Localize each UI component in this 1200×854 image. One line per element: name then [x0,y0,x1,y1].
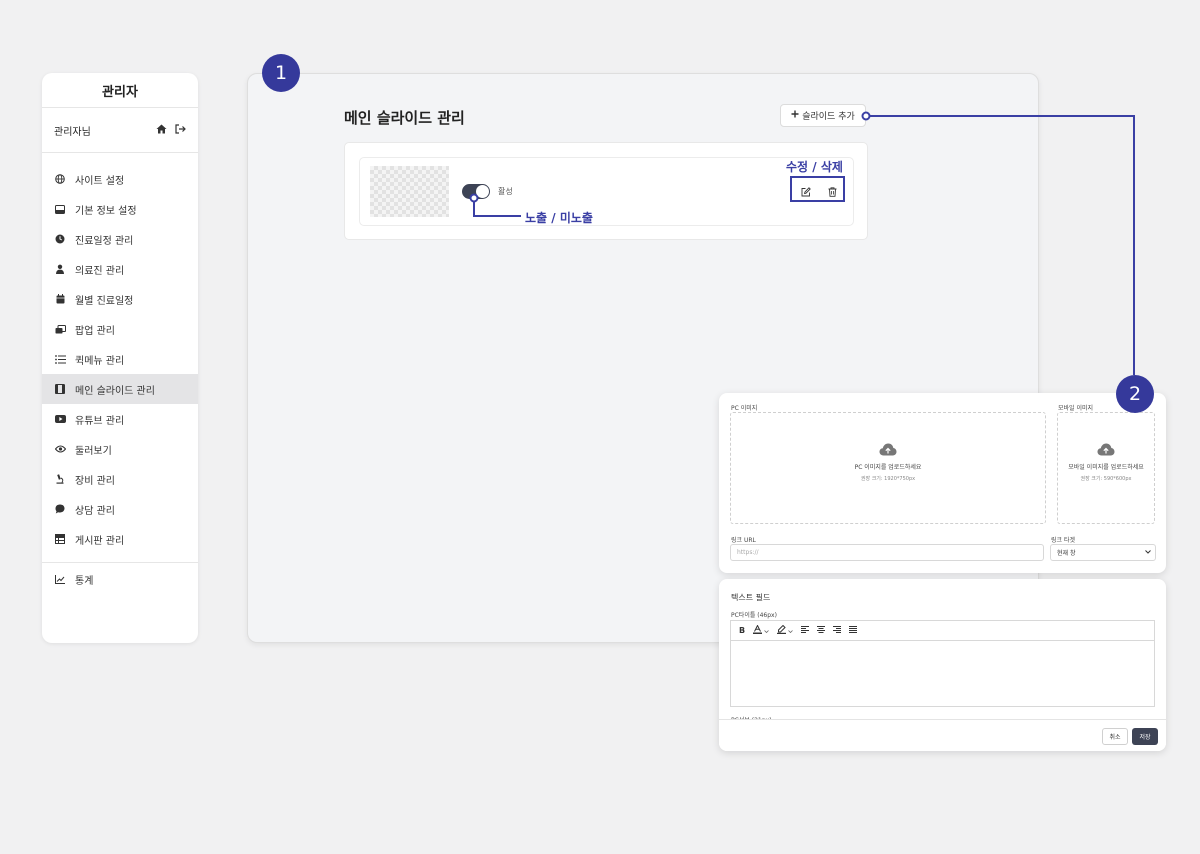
sidebar-item-schedule[interactable]: 진료일정 관리 [42,224,198,254]
microscope-icon [54,473,66,485]
film-icon [54,383,66,395]
user-bar: 관리자님 [42,108,198,153]
link-url-input[interactable]: https:// [730,544,1044,561]
sidebar-item-label: 둘러보기 [75,445,112,457]
sidebar-item-site-settings[interactable]: 사이트 설정 [42,164,198,194]
form-footer: 취소 저장 [719,719,1166,751]
sidebar-item-label: 의료진 관리 [75,265,125,277]
cloud-upload-icon [879,441,897,460]
sidebar-item-label: 월별 진료일정 [75,295,134,307]
sidebar-item-youtube[interactable]: 유튜브 관리 [42,404,198,434]
save-button[interactable]: 저장 [1132,728,1158,745]
cancel-button[interactable]: 취소 [1102,728,1128,745]
sidebar-item-main-slide[interactable]: 메인 슬라이드 관리 [42,374,198,404]
pc-title-editor[interactable] [730,640,1155,707]
chevron-down-icon [1145,549,1151,556]
sidebar-item-basic-info[interactable]: 기본 정보 설정 [42,194,198,224]
text-field-title: 텍스트 필드 [731,593,771,602]
sidebar-item-label: 진료일정 관리 [75,235,134,247]
sidebar-item-board[interactable]: 게시판 관리 [42,524,198,554]
chart-line-icon [54,573,66,585]
link-target-value: 현재 창 [1057,550,1076,557]
pc-image-dropzone[interactable]: PC 이미지를 업로드하세요 권장 크기: 1920*750px [730,412,1046,524]
calendar-icon [54,293,66,305]
edit-delete-annotation: 수정 / 삭제 [786,160,843,174]
editor-toolbar: B [730,620,1155,640]
sidebar-item-popup[interactable]: 팝업 관리 [42,314,198,344]
clock-icon [54,233,66,245]
cloud-upload-icon [1097,441,1115,460]
mobile-image-dropzone[interactable]: 모바일 이미지를 업로드하세요 권장 크기: 590*600px [1057,412,1155,524]
sidebar: 관리자 관리자님 사이트 설정 기본 정보 설정 진료일정 관리 의료진 관리 [42,73,198,643]
sidebar-item-label: 사이트 설정 [75,175,125,187]
slide-form-text-card: 텍스트 필드 PC타이틀 (46px) B PC서브 (21px) 취소 저장 [719,579,1166,751]
sidebar-item-doctors[interactable]: 의료진 관리 [42,254,198,284]
sidebar-item-label: 기본 정보 설정 [75,205,137,217]
page-title: 메인 슬라이드 관리 [344,109,465,127]
sidebar-item-label: 게시판 관리 [75,535,125,547]
add-slide-button[interactable]: 슬라이드 추가 [780,104,866,127]
sidebar-item-label: 통계 [75,575,94,587]
mobile-image-label: 모바일 이미지 [1058,405,1094,412]
sidebar-item-quickmenu[interactable]: 퀵메뉴 관리 [42,344,198,374]
window-icon [54,323,66,335]
sidebar-item-label: 상담 관리 [75,505,115,517]
step-badge-2: 2 [1116,375,1154,413]
highlight-button[interactable] [777,624,793,636]
edit-delete-highlight [790,176,845,202]
slide-thumbnail [370,166,449,217]
table-icon [54,533,66,545]
sidebar-item-monthly-schedule[interactable]: 월별 진료일정 [42,284,198,314]
sidebar-item-label: 장비 관리 [75,475,115,487]
status-label: 활성 [498,187,513,196]
eye-icon [54,443,66,455]
plus-icon [791,110,799,121]
youtube-icon [54,413,66,425]
align-justify-icon[interactable] [849,626,858,635]
align-right-icon[interactable] [833,626,842,635]
sidebar-item-label: 유튜브 관리 [75,415,125,427]
home-icon[interactable] [156,124,167,137]
chevron-down-icon [764,626,769,635]
step-badge-1: 1 [262,54,300,92]
mobile-upload-text: 모바일 이미지를 업로드하세요 [1068,464,1144,471]
align-left-icon[interactable] [801,626,810,635]
bold-button[interactable]: B [739,626,745,635]
sidebar-item-label: 퀵메뉴 관리 [75,355,125,367]
align-center-icon[interactable] [817,626,826,635]
logout-icon[interactable] [175,123,186,137]
sidebar-item-tour[interactable]: 둘러보기 [42,434,198,464]
link-target-label: 링크 타겟 [1051,537,1075,544]
sidebar-item-label: 팝업 관리 [75,325,115,337]
slide-item: 활성 [359,157,854,226]
text-color-icon [753,624,763,636]
list-icon [54,353,66,365]
chat-icon [54,503,66,515]
inbox-icon [54,203,66,215]
sidebar-divider [42,562,198,563]
pc-size-text: 권장 크기: 1920*750px [860,475,916,482]
globe-icon [54,173,66,185]
link-url-label: 링크 URL [731,537,756,544]
highlighter-icon [777,624,787,636]
slide-form-image-card: PC 이미지 PC 이미지를 업로드하세요 권장 크기: 1920*750px … [719,393,1166,573]
sidebar-item-equipment[interactable]: 장비 관리 [42,464,198,494]
add-slide-label: 슬라이드 추가 [802,112,855,122]
sidebar-item-stats[interactable]: 통계 [42,564,198,594]
sidebar-nav: 사이트 설정 기본 정보 설정 진료일정 관리 의료진 관리 월별 진료일정 팝… [42,153,198,594]
visibility-toggle[interactable] [462,184,490,199]
chevron-down-icon [788,626,793,635]
mobile-size-text: 권장 크기: 590*600px [1080,475,1132,482]
doctor-icon [54,263,66,275]
user-name: 관리자님 [54,126,91,138]
pc-upload-text: PC 이미지를 업로드하세요 [854,464,922,471]
show-hide-annotation: 노출 / 미노출 [525,211,593,225]
pc-image-label: PC 이미지 [731,405,758,412]
sidebar-title: 관리자 [42,73,198,108]
link-target-select[interactable]: 현재 창 [1050,544,1156,561]
sidebar-item-label: 메인 슬라이드 관리 [75,385,155,397]
text-color-button[interactable] [753,624,769,636]
pc-title-label: PC타이틀 (46px) [731,612,777,619]
sidebar-item-consult[interactable]: 상담 관리 [42,494,198,524]
